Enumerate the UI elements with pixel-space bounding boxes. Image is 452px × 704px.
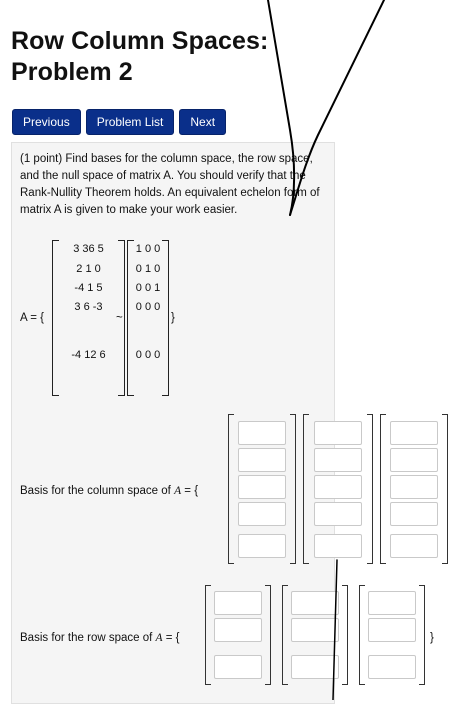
column-space-input[interactable] [238, 502, 286, 526]
row-space-var: A [155, 632, 163, 644]
echelon-row: 0 1 0 [135, 263, 161, 275]
title-line-1: Row Column Spaces: [11, 27, 269, 55]
column-space-vector-3 [380, 414, 448, 564]
matrix-a-row: 3 6 -3 [74, 301, 103, 313]
problem-text: (1 point) Find bases for the column spac… [20, 153, 320, 216]
column-space-input[interactable] [314, 448, 362, 472]
row-space-input[interactable] [368, 618, 416, 642]
row-space-label-text: Basis for the row space of [20, 632, 156, 644]
column-space-vector-1 [228, 414, 296, 564]
previous-button[interactable]: Previous [12, 109, 81, 135]
column-space-vector-2 [303, 414, 373, 564]
column-space-input[interactable] [390, 534, 438, 558]
echelon-row: 0 0 1 [135, 282, 161, 294]
row-space-label: Basis for the row space of A = { [20, 632, 180, 644]
row-space-input[interactable] [291, 591, 339, 615]
column-space-input[interactable] [390, 475, 438, 499]
row-space-vector-1 [205, 585, 271, 685]
row-space-close-brace: } [430, 632, 434, 644]
row-space-input[interactable] [214, 618, 262, 642]
row-space-input[interactable] [291, 618, 339, 642]
row-space-vector-3 [359, 585, 425, 685]
echelon-row: 0 0 0 [135, 349, 161, 361]
column-space-input[interactable] [390, 421, 438, 445]
column-space-input[interactable] [314, 502, 362, 526]
tilde-symbol: ~ [116, 312, 123, 324]
row-space-eq: = { [162, 632, 180, 644]
next-button[interactable]: Next [179, 109, 227, 135]
title-line-2: Problem 2 [11, 58, 133, 86]
row-space-input[interactable] [291, 655, 339, 679]
matrix-a-row: 3 36 5 [73, 243, 104, 255]
problem-nav: Previous Problem List Next [12, 109, 227, 135]
echelon-row: 0 0 0 [135, 301, 161, 313]
column-space-input[interactable] [238, 448, 286, 472]
echelon-row: 1 0 0 [135, 243, 161, 255]
matrix-a: 3 36 5 2 1 0 -4 1 5 3 6 -3 -4 12 6 [52, 240, 125, 396]
column-space-input[interactable] [238, 475, 286, 499]
matrix-a-row: -4 1 5 [74, 282, 103, 294]
row-space-input[interactable] [214, 591, 262, 615]
matrix-a-row: -4 12 6 [71, 349, 106, 361]
problem-list-button[interactable]: Problem List [85, 109, 175, 135]
row-space-input[interactable] [368, 591, 416, 615]
echelon-matrix: 1 0 0 0 1 0 0 0 1 0 0 0 0 0 0 [127, 240, 169, 396]
matrix-a-label: A = { [20, 312, 44, 324]
column-space-input[interactable] [390, 502, 438, 526]
column-space-input[interactable] [390, 448, 438, 472]
column-space-input[interactable] [238, 534, 286, 558]
row-space-vector-2 [282, 585, 348, 685]
column-space-label-text: Basis for the column space of [20, 485, 175, 497]
column-space-input[interactable] [314, 475, 362, 499]
column-space-input[interactable] [314, 421, 362, 445]
column-space-label: Basis for the column space of A = { [20, 485, 198, 497]
row-space-input[interactable] [368, 655, 416, 679]
column-space-input[interactable] [314, 534, 362, 558]
row-space-input[interactable] [214, 655, 262, 679]
page-title: Row Column Spaces: Problem 2 [11, 26, 268, 88]
matrix-a-row: 2 1 0 [76, 263, 101, 275]
column-space-input[interactable] [238, 421, 286, 445]
column-space-eq: = { [181, 485, 199, 497]
close-brace: } [171, 312, 175, 324]
